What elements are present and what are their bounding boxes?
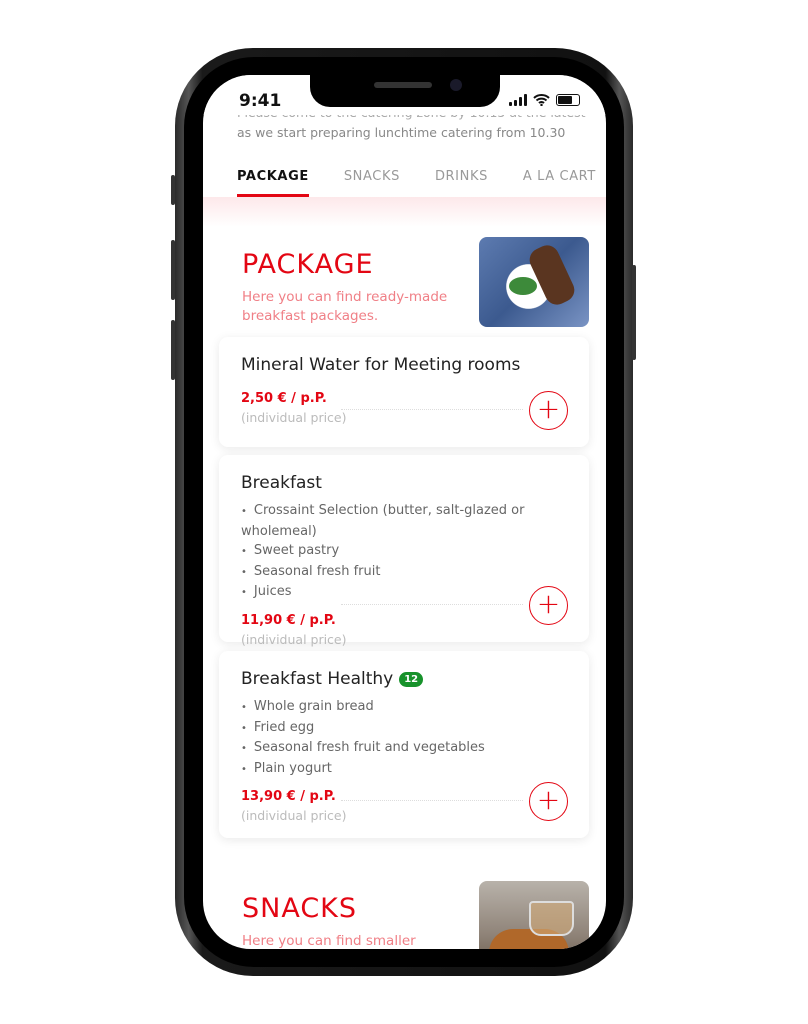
section-title-package: PACKAGE — [242, 249, 374, 280]
product-card: Breakfast Crossaint Selection (butter, s… — [219, 455, 589, 647]
product-price: 13,90 € / p.P. — [241, 789, 336, 804]
tab-snacks[interactable]: SNACKS — [344, 169, 400, 197]
signal-icon — [509, 94, 527, 106]
list-item: Crossaint Selection (butter, salt-glazed… — [241, 501, 567, 541]
category-tabs: PACKAGE SNACKS DRINKS A LA CART — [237, 169, 596, 197]
wifi-icon — [533, 94, 550, 106]
list-item: Plain yogurt — [241, 759, 567, 780]
item-list: Crossaint Selection (butter, salt-glazed… — [241, 501, 567, 603]
product-card: Mineral Water for Meeting rooms 2,50 € /… — [219, 337, 589, 447]
list-item: Seasonal fresh fruit — [241, 562, 567, 583]
nutrition-badge: 12 — [399, 672, 424, 687]
price-note: (individual price) — [241, 808, 347, 823]
snacks-photo — [479, 881, 589, 949]
list-item: Whole grain bread — [241, 697, 567, 718]
add-button[interactable]: + — [529, 782, 568, 821]
tab-drinks[interactable]: DRINKS — [435, 169, 488, 197]
list-item: Sweet pastry — [241, 541, 567, 562]
add-button[interactable]: + — [529, 391, 568, 430]
product-price: 2,50 € / p.P. — [241, 391, 327, 406]
section-subtitle-package: Here you can find ready-made breakfast p… — [242, 289, 448, 324]
list-item: Juices — [241, 582, 567, 603]
product-name: Breakfast — [241, 473, 322, 493]
price-note: (individual price) — [241, 631, 347, 647]
app-screen: Please come to the catering zone by 10.1… — [203, 75, 606, 949]
product-price: 11,90 € / p.P. — [241, 612, 336, 628]
section-title-snacks: SNACKS — [242, 893, 358, 924]
tab-package[interactable]: PACKAGE — [237, 169, 309, 197]
section-subtitle-snacks: Here you can find smaller — [242, 933, 416, 949]
intro-text: Please come to the catering zone by 10.1… — [237, 111, 586, 140]
breakfast-photo — [479, 237, 589, 327]
price-note: (individual price) — [241, 410, 347, 425]
product-name: Breakfast Healthy — [241, 669, 394, 689]
battery-icon — [556, 94, 580, 106]
product-card: Breakfast Healthy 12 Whole grain bread Fr… — [219, 651, 589, 838]
product-name: Mineral Water for Meeting rooms — [241, 355, 521, 375]
add-button[interactable]: + — [529, 586, 568, 625]
item-list: Whole grain bread Fried egg Seasonal fre… — [241, 697, 567, 779]
list-item: Fried egg — [241, 718, 567, 739]
list-item: Seasonal fresh fruit and vegetables — [241, 738, 567, 759]
tab-a-la-cart[interactable]: A LA CART — [523, 169, 596, 197]
clock: 9:41 — [239, 91, 282, 111]
